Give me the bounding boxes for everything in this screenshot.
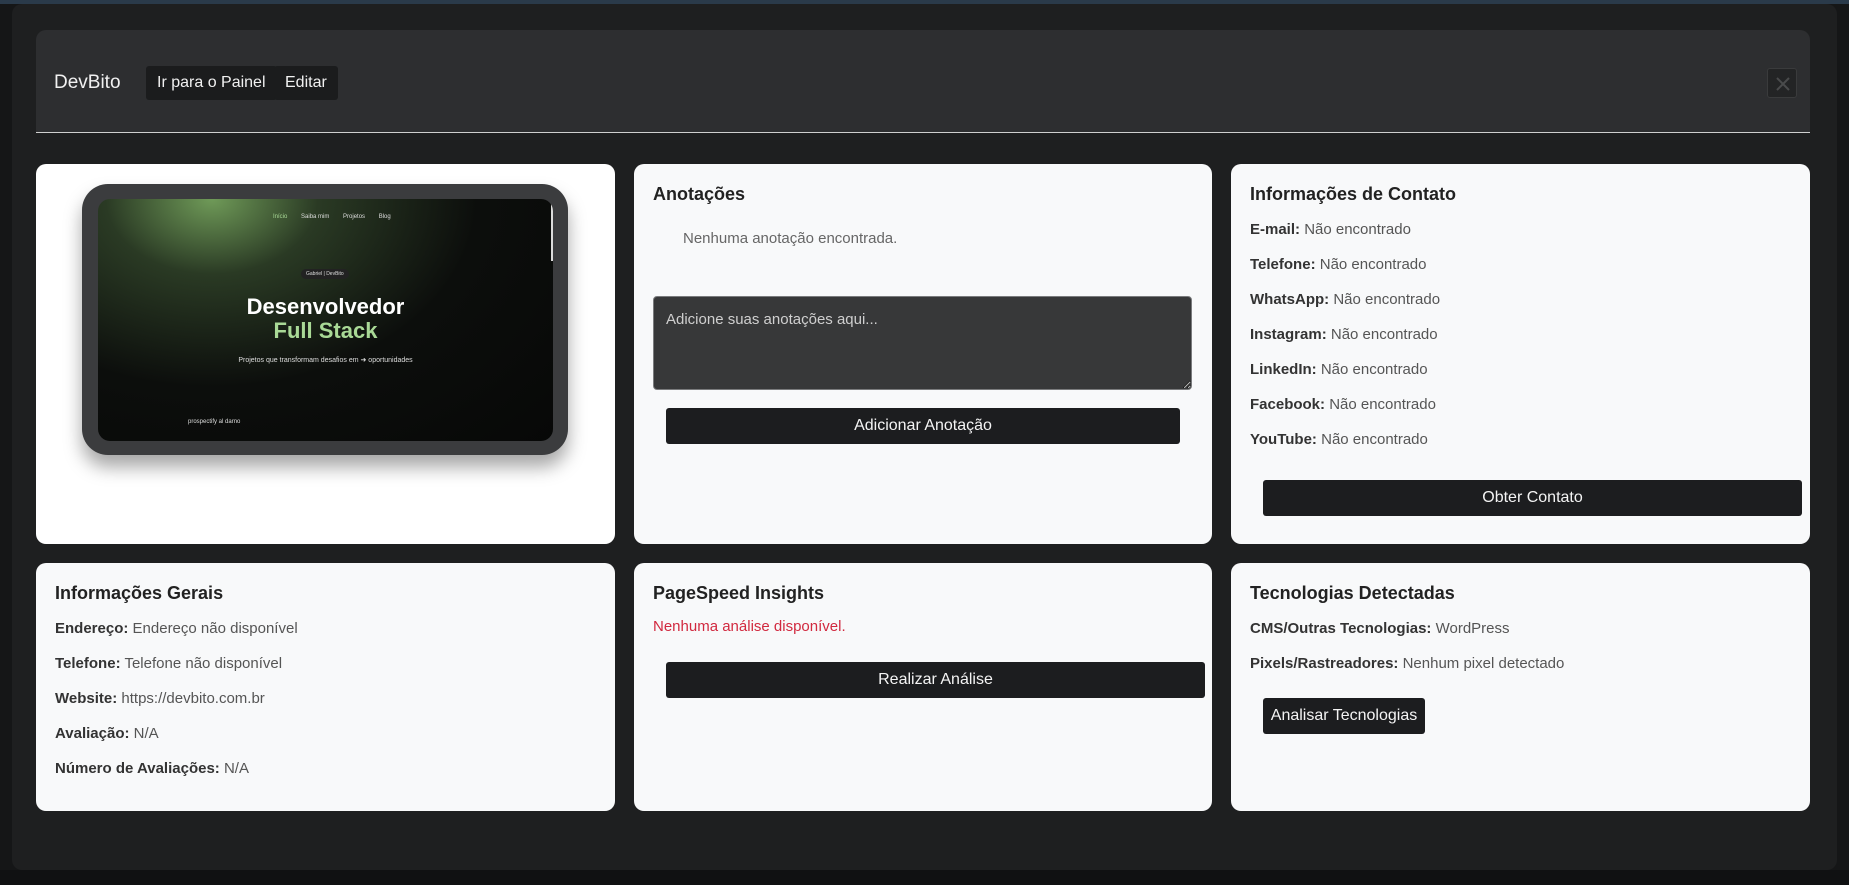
close-icon	[1776, 77, 1790, 91]
site-preview-card: Início Saiba mim Projetos Blog Gabriel |…	[36, 164, 615, 544]
contact-row-instagram: Instagram: Não encontrado	[1250, 326, 1438, 343]
tech-row-pixels: Pixels/Rastreadores: Nenhum pixel detect…	[1250, 655, 1565, 672]
notes-textarea[interactable]	[653, 296, 1192, 390]
contact-row-email: E-mail: Não encontrado	[1250, 221, 1411, 238]
general-row-rating: Avaliação: N/A	[55, 725, 159, 742]
get-contact-button[interactable]: Obter Contato	[1263, 480, 1802, 516]
pagespeed-title: PageSpeed Insights	[653, 583, 825, 603]
contact-card: Informações de Contato E-mail: Não encon…	[1231, 164, 1810, 544]
general-row-phone: Telefone: Telefone não disponível	[55, 655, 283, 672]
preview-nav-item: Saiba mim	[301, 214, 330, 220]
contact-row-linkedin: LinkedIn: Não encontrado	[1250, 361, 1428, 378]
analyze-technologies-button[interactable]: Analisar Tecnologias	[1263, 698, 1425, 734]
brand-title: DevBito	[54, 72, 121, 93]
close-button[interactable]	[1767, 68, 1797, 98]
contact-title: Informações de Contato	[1250, 184, 1457, 204]
pagespeed-empty-message: Nenhuma análise disponível.	[653, 618, 846, 635]
site-screenshot: Início Saiba mim Projetos Blog Gabriel |…	[98, 199, 553, 441]
preview-headline: Desenvolvedor	[246, 294, 405, 319]
general-row-website: Website: https://devbito.com.br	[55, 690, 265, 707]
run-analysis-button[interactable]: Realizar Análise	[666, 662, 1205, 698]
tech-row-cms: CMS/Outras Tecnologias: WordPress	[1250, 620, 1510, 637]
go-panel-button[interactable]: Ir para o Painel	[146, 66, 277, 100]
device-frame: Início Saiba mim Projetos Blog Gabriel |…	[82, 184, 568, 455]
technologies-card: Tecnologias Detectadas CMS/Outras Tecnol…	[1231, 563, 1810, 811]
general-row-address: Endereço: Endereço não disponível	[55, 620, 298, 637]
pagespeed-card: PageSpeed Insights Nenhuma análise dispo…	[634, 563, 1212, 811]
preview-subtitle: Projetos que transformam desafios em ➜ o…	[238, 357, 413, 364]
notes-empty-message: Nenhuma anotação encontrada.	[683, 230, 898, 247]
general-title: Informações Gerais	[55, 583, 224, 603]
edit-button[interactable]: Editar	[274, 66, 338, 100]
contact-row-phone: Telefone: Não encontrado	[1250, 256, 1427, 273]
tech-title: Tecnologias Detectadas	[1250, 583, 1455, 603]
background-page-strip	[0, 870, 1849, 885]
preview-headline-accent: Full Stack	[273, 318, 378, 343]
general-row-review-count: Número de Avaliações: N/A	[55, 760, 249, 777]
contact-row-facebook: Facebook: Não encontrado	[1250, 396, 1436, 413]
screen-scrollbar	[551, 199, 553, 261]
notes-title: Anotações	[653, 184, 746, 204]
general-info-card: Informações Gerais Endereço: Endereço nã…	[36, 563, 615, 811]
preview-nav-item: Blog	[378, 214, 391, 220]
modal: DevBito Ir para o Painel Editar Início S…	[12, 4, 1837, 870]
add-note-button[interactable]: Adicionar Anotação	[666, 408, 1180, 444]
preview-nav-item: Projetos	[343, 214, 366, 220]
preview-nav-item: Início	[273, 214, 288, 220]
preview-footer: prospectify al darno	[188, 419, 241, 425]
preview-nav: Início Saiba mim Projetos Blog	[273, 214, 403, 220]
preview-badge: Gabriel | DevBito	[301, 269, 349, 279]
contact-row-youtube: YouTube: Não encontrado	[1250, 431, 1428, 448]
modal-header: DevBito Ir para o Painel Editar	[36, 30, 1810, 133]
notes-card: Anotações Nenhuma anotação encontrada. A…	[634, 164, 1212, 544]
contact-row-whatsapp: WhatsApp: Não encontrado	[1250, 291, 1441, 308]
